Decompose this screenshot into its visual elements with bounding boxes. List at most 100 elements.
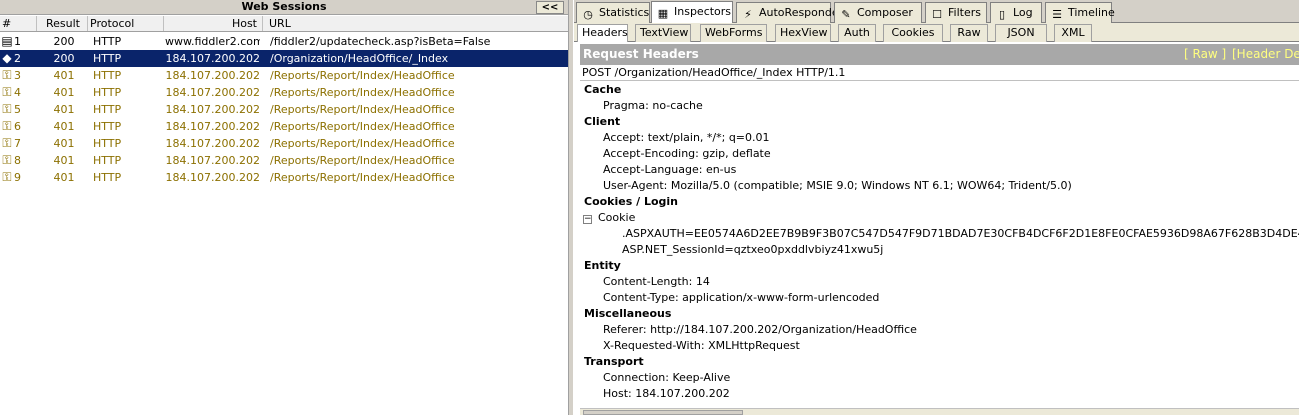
scrollbar-thumb[interactable] [583,410,743,415]
cookie-node-label: Cookie [598,211,636,224]
cookie-value: .ASPXAUTH=EE0574A6D2EE7B9B9F3B07C547D547… [622,227,1299,240]
header-entry: Content-Length: 14 [603,275,710,288]
horizontal-scrollbar[interactable] [580,408,1299,415]
session-protocol: HTTP [93,154,122,167]
session-number: 4 [14,86,21,99]
subtab-cookies[interactable]: Cookies [883,24,943,42]
header-entry: Accept-Language: en-us [603,163,737,176]
header-entry: Host: 184.107.200.202 [603,387,730,400]
header-definitions-link[interactable]: [Header Definitions] [1232,44,1299,65]
session-host: 184.107.200.202 [165,52,260,65]
pencil-icon: ✎ [841,8,851,21]
header-entry: Accept-Encoding: gzip, deflate [603,147,771,160]
session-result: 401 [53,171,75,184]
column-header-host[interactable]: Host [164,16,263,31]
tab-autoresponder[interactable]: ⚡ AutoResponder [736,2,843,23]
header-group-label: Miscellaneous [584,307,672,320]
session-host: 184.107.200.202 [165,86,260,99]
session-result: 200 [53,35,75,48]
column-header-number[interactable]: # [0,16,37,31]
post-arrow-icon: ◆ [2,51,12,65]
tab-inspectors[interactable]: ▦ Inspectors [651,1,733,24]
tab-statistics[interactable]: ◷ Statistics [576,2,650,23]
session-number: 3 [14,69,21,82]
tab-filters[interactable]: ☐ Filters [925,2,987,23]
subtab-auth[interactable]: Auth [838,24,876,42]
key-icon: ⚿ [2,68,12,82]
session-row[interactable]: ⚿ 6 401 HTTP 184.107.200.202/Reports/Report/… [0,118,568,135]
tab-label: Composer [857,6,913,19]
session-url: /Reports/Report/Index/HeadOffice [270,154,455,167]
column-header-url[interactable]: URL [263,16,568,31]
request-line: POST /Organization/HeadOffice/_Index HTT… [580,65,1299,81]
session-host: 184.107.200.202 [165,103,260,116]
subtab-textview[interactable]: TextView [635,24,691,42]
session-url: /Reports/Report/Index/HeadOffice [270,120,455,133]
session-result: 401 [53,103,75,116]
session-protocol: HTTP [93,171,122,184]
header-entry: Pragma: no-cache [603,99,703,112]
session-number: 2 [14,52,21,65]
tab-label: Log [1013,6,1033,19]
tab-label: Inspectors [674,5,732,18]
subtab-headers[interactable]: Headers [577,24,628,42]
header-entry: Referer: http://184.107.200.202/Organiza… [603,323,917,336]
header-entry: User-Agent: Mozilla/5.0 (compatible; MSI… [603,179,1072,192]
key-icon: ⚿ [2,85,12,99]
header-entry: X-Requested-With: XMLHttpRequest [603,339,800,352]
session-host: 184.107.200.202 [165,69,260,82]
tab-timeline[interactable]: ☰ Timeline [1045,2,1115,23]
subtab-xml[interactable]: XML [1054,24,1092,42]
raw-link[interactable]: [ Raw ] [1184,44,1226,65]
subtab-raw[interactable]: Raw [950,24,988,42]
column-header-protocol[interactable]: Protocol [88,16,164,31]
session-row[interactable]: ⚿ 3 401 HTTP 184.107.200.202/Reports/Report/… [0,67,568,84]
session-result: 401 [53,154,75,167]
header-entry: Connection: Keep-Alive [603,371,731,384]
web-sessions-title: Web Sessions << [0,0,568,15]
session-row[interactable]: ⚿ 8 401 HTTP 184.107.200.202/Reports/Report/… [0,152,568,169]
inspector-sub-tab-strip: Headers TextView WebForms HexView Auth Cookie… [574,23,1299,42]
header-entry: Content-Type: application/x-www-form-url… [603,291,880,304]
header-group-label: Cache [584,83,622,96]
top-tab-strip: ◷ Statistics ▦ Inspectors ⚡ AutoResponder ✎ Com… [574,0,1299,24]
cookie-node[interactable]: − Cookie [580,210,635,226]
subtab-hexview[interactable]: HexView [775,24,831,42]
session-url: /Reports/Report/Index/HeadOffice [270,69,455,82]
column-header-result[interactable]: Result [37,16,88,31]
session-host: 184.107.200.202 [165,154,260,167]
sessions-list: ▤ 1 200 HTTP www.fiddler2.com/fiddler2/updat… [0,33,568,186]
timeline-icon: ☰ [1052,8,1062,21]
session-host: 184.107.200.202 [165,171,260,184]
tab-label: Statistics [599,6,650,19]
session-url: /Reports/Report/Index/HeadOffice [270,86,455,99]
document-icon: ▤ [1,34,13,48]
tab-composer[interactable]: ✎ Composer [834,2,922,23]
subtab-webforms[interactable]: WebForms [700,24,767,42]
tab-label: Filters [948,6,981,19]
session-row[interactable]: ⚿ 9 401 HTTP 184.107.200.202/Reports/Report/… [0,169,568,186]
session-url: /Organization/HeadOffice/_Index [270,52,449,65]
collapse-button[interactable]: << [536,1,564,14]
session-protocol: HTTP [93,35,122,48]
session-row[interactable]: ⚿ 4 401 HTTP 184.107.200.202/Reports/Report/… [0,84,568,101]
subtab-json[interactable]: JSON [995,24,1047,42]
session-protocol: HTTP [93,120,122,133]
session-row[interactable]: ◆ 2 200 HTTP 184.107.200.202/Organization/He… [0,50,568,67]
sessions-column-header: # Result Protocol Host URL [0,16,568,32]
session-row[interactable]: ⚿ 5 401 HTTP 184.107.200.202/Reports/Report/… [0,101,568,118]
collapse-toggle-icon[interactable]: − [583,215,592,224]
session-result: 200 [53,52,75,65]
tab-label: Timeline [1068,6,1115,19]
key-icon: ⚿ [2,170,12,184]
session-row[interactable]: ⚿ 7 401 HTTP 184.107.200.202/Reports/Report/… [0,135,568,152]
web-sessions-title-text: Web Sessions [241,0,327,13]
stopwatch-icon: ◷ [583,8,593,21]
header-group-label: Entity [584,259,621,272]
session-protocol: HTTP [93,103,122,116]
session-row[interactable]: ▤ 1 200 HTTP www.fiddler2.com/fiddler2/updat… [0,33,568,50]
request-headers-title: Request Headers [583,47,699,61]
tab-log[interactable]: ▯ Log [990,2,1042,23]
key-icon: ⚿ [2,102,12,116]
session-protocol: HTTP [93,86,122,99]
